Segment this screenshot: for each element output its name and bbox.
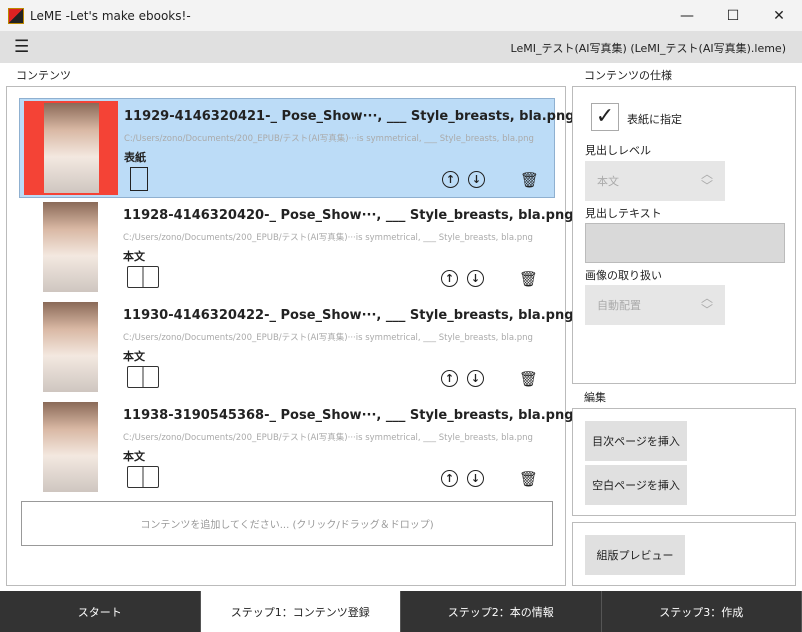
file-path: C:/Users/zono/Documents/200_EPUB/テスト(AI写… xyxy=(123,333,533,343)
maximize-button[interactable]: ☐ xyxy=(710,0,756,31)
content-kind: 本文 xyxy=(123,250,145,263)
file-name: 11929-4146320421-_ Pose_Show···, ___ Sty… xyxy=(124,109,575,124)
cover-checkbox[interactable]: ✓ xyxy=(591,103,619,131)
heading-level-label: 見出しレベル xyxy=(585,144,651,157)
close-button[interactable]: ✕ xyxy=(756,0,802,31)
open-book-icon xyxy=(127,366,159,388)
move-down-icon[interactable]: ↓ xyxy=(467,270,484,287)
content-kind: 本文 xyxy=(123,450,145,463)
open-book-icon xyxy=(127,266,159,288)
file-path: C:/Users/zono/Documents/200_EPUB/テスト(AI写… xyxy=(124,134,534,144)
title-bar: LeME -Let's make ebooks!- — ☐ ✕ xyxy=(0,0,802,31)
heading-text-label: 見出しテキスト xyxy=(585,207,662,220)
content-item[interactable]: 11930-4146320422-_ Pose_Show···, ___ Sty… xyxy=(19,298,574,398)
move-up-icon[interactable]: ↑ xyxy=(441,370,458,387)
thumbnail-image xyxy=(43,402,98,492)
move-down-icon[interactable]: ↓ xyxy=(467,470,484,487)
content-item[interactable]: 11938-3190545368-_ Pose_Show···, ___ Sty… xyxy=(19,398,574,498)
updown-icon: ︿ ﹀ xyxy=(700,291,713,317)
toolbar: ☰ LeMI_テスト(AI写真集) (LeMI_テスト(AI写真集).leme) xyxy=(0,31,802,63)
tab-step3[interactable]: ステップ3：作成 xyxy=(602,591,802,632)
thumbnail-image xyxy=(43,302,98,392)
move-up-icon[interactable]: ↑ xyxy=(442,171,459,188)
image-handling-select[interactable]: 自動配置 ︿ ﹀ xyxy=(585,285,725,325)
file-path: C:/Users/zono/Documents/200_EPUB/テスト(AI写… xyxy=(123,433,533,443)
window-title: LeME -Let's make ebooks!- xyxy=(30,8,191,23)
delete-icon[interactable]: 🗑 xyxy=(519,470,538,488)
delete-icon[interactable]: 🗑 xyxy=(519,270,538,288)
file-path: C:/Users/zono/Documents/200_EPUB/テスト(AI写… xyxy=(123,233,533,243)
heading-level-select[interactable]: 本文 ︿ ﹀ xyxy=(585,161,725,201)
spec-panel: ✓ 表紙に指定 見出しレベル 本文 ︿ ﹀ 見出しテキスト 画像の取り扱い 自動配置… xyxy=(572,86,796,384)
move-down-icon[interactable]: ↓ xyxy=(467,370,484,387)
heading-level-value: 本文 xyxy=(597,175,619,188)
insert-blank-button[interactable]: 空白ページを挿入 xyxy=(585,465,687,505)
project-name: LeMI_テスト(AI写真集) (LeMI_テスト(AI写真集).leme) xyxy=(510,42,786,55)
minimize-button[interactable]: — xyxy=(664,0,710,31)
tab-step2[interactable]: ステップ2：本の情報 xyxy=(401,591,602,632)
file-name: 11938-3190545368-_ Pose_Show···, ___ Sty… xyxy=(123,408,574,423)
file-name: 11928-4146320420-_ Pose_Show···, ___ Sty… xyxy=(123,208,574,223)
move-up-icon[interactable]: ↑ xyxy=(441,270,458,287)
preview-panel: 組版プレビュー xyxy=(572,522,796,586)
hamburger-icon[interactable]: ☰ xyxy=(14,39,29,56)
content-kind: 表紙 xyxy=(124,151,146,164)
layout-preview-button[interactable]: 組版プレビュー xyxy=(585,535,685,575)
cover-checkbox-label: 表紙に指定 xyxy=(627,113,682,126)
updown-icon: ︿ ﹀ xyxy=(700,167,713,193)
add-content-dropzone[interactable]: コンテンツを追加してください... (クリック/ドラッグ＆ドロップ) xyxy=(21,501,553,546)
edit-panel: 目次ページを挿入 空白ページを挿入 xyxy=(572,408,796,516)
tab-start[interactable]: スタート xyxy=(0,591,201,632)
spec-label: コンテンツの仕様 xyxy=(584,69,672,82)
app-logo-icon xyxy=(8,7,24,24)
delete-icon[interactable]: 🗑 xyxy=(519,370,538,388)
contents-list[interactable]: 11929-4146320421-_ Pose_Show···, ___ Sty… xyxy=(6,86,575,586)
step-tabs: スタート ステップ1：コンテンツ登録 ステップ2：本の情報 ステップ3：作成 xyxy=(0,591,802,632)
delete-icon[interactable]: 🗑 xyxy=(520,171,539,189)
thumbnail-image xyxy=(44,103,99,193)
tab-step1[interactable]: ステップ1：コンテンツ登録 xyxy=(200,591,401,632)
image-handling-label: 画像の取り扱い xyxy=(585,269,662,282)
file-name: 11930-4146320422-_ Pose_Show···, ___ Sty… xyxy=(123,308,574,323)
content-kind: 本文 xyxy=(123,350,145,363)
content-item[interactable]: 11929-4146320421-_ Pose_Show···, ___ Sty… xyxy=(19,98,575,198)
content-item[interactable]: 11928-4146320420-_ Pose_Show···, ___ Sty… xyxy=(19,198,574,298)
move-down-icon[interactable]: ↓ xyxy=(468,171,485,188)
thumbnail-image xyxy=(43,202,98,292)
heading-text-input[interactable] xyxy=(585,223,785,263)
contents-label: コンテンツ xyxy=(16,69,71,82)
cover-page-icon xyxy=(130,167,148,191)
insert-toc-button[interactable]: 目次ページを挿入 xyxy=(585,421,687,461)
image-handling-value: 自動配置 xyxy=(597,299,641,312)
open-book-icon xyxy=(127,466,159,488)
move-up-icon[interactable]: ↑ xyxy=(441,470,458,487)
edit-label: 編集 xyxy=(584,391,606,404)
